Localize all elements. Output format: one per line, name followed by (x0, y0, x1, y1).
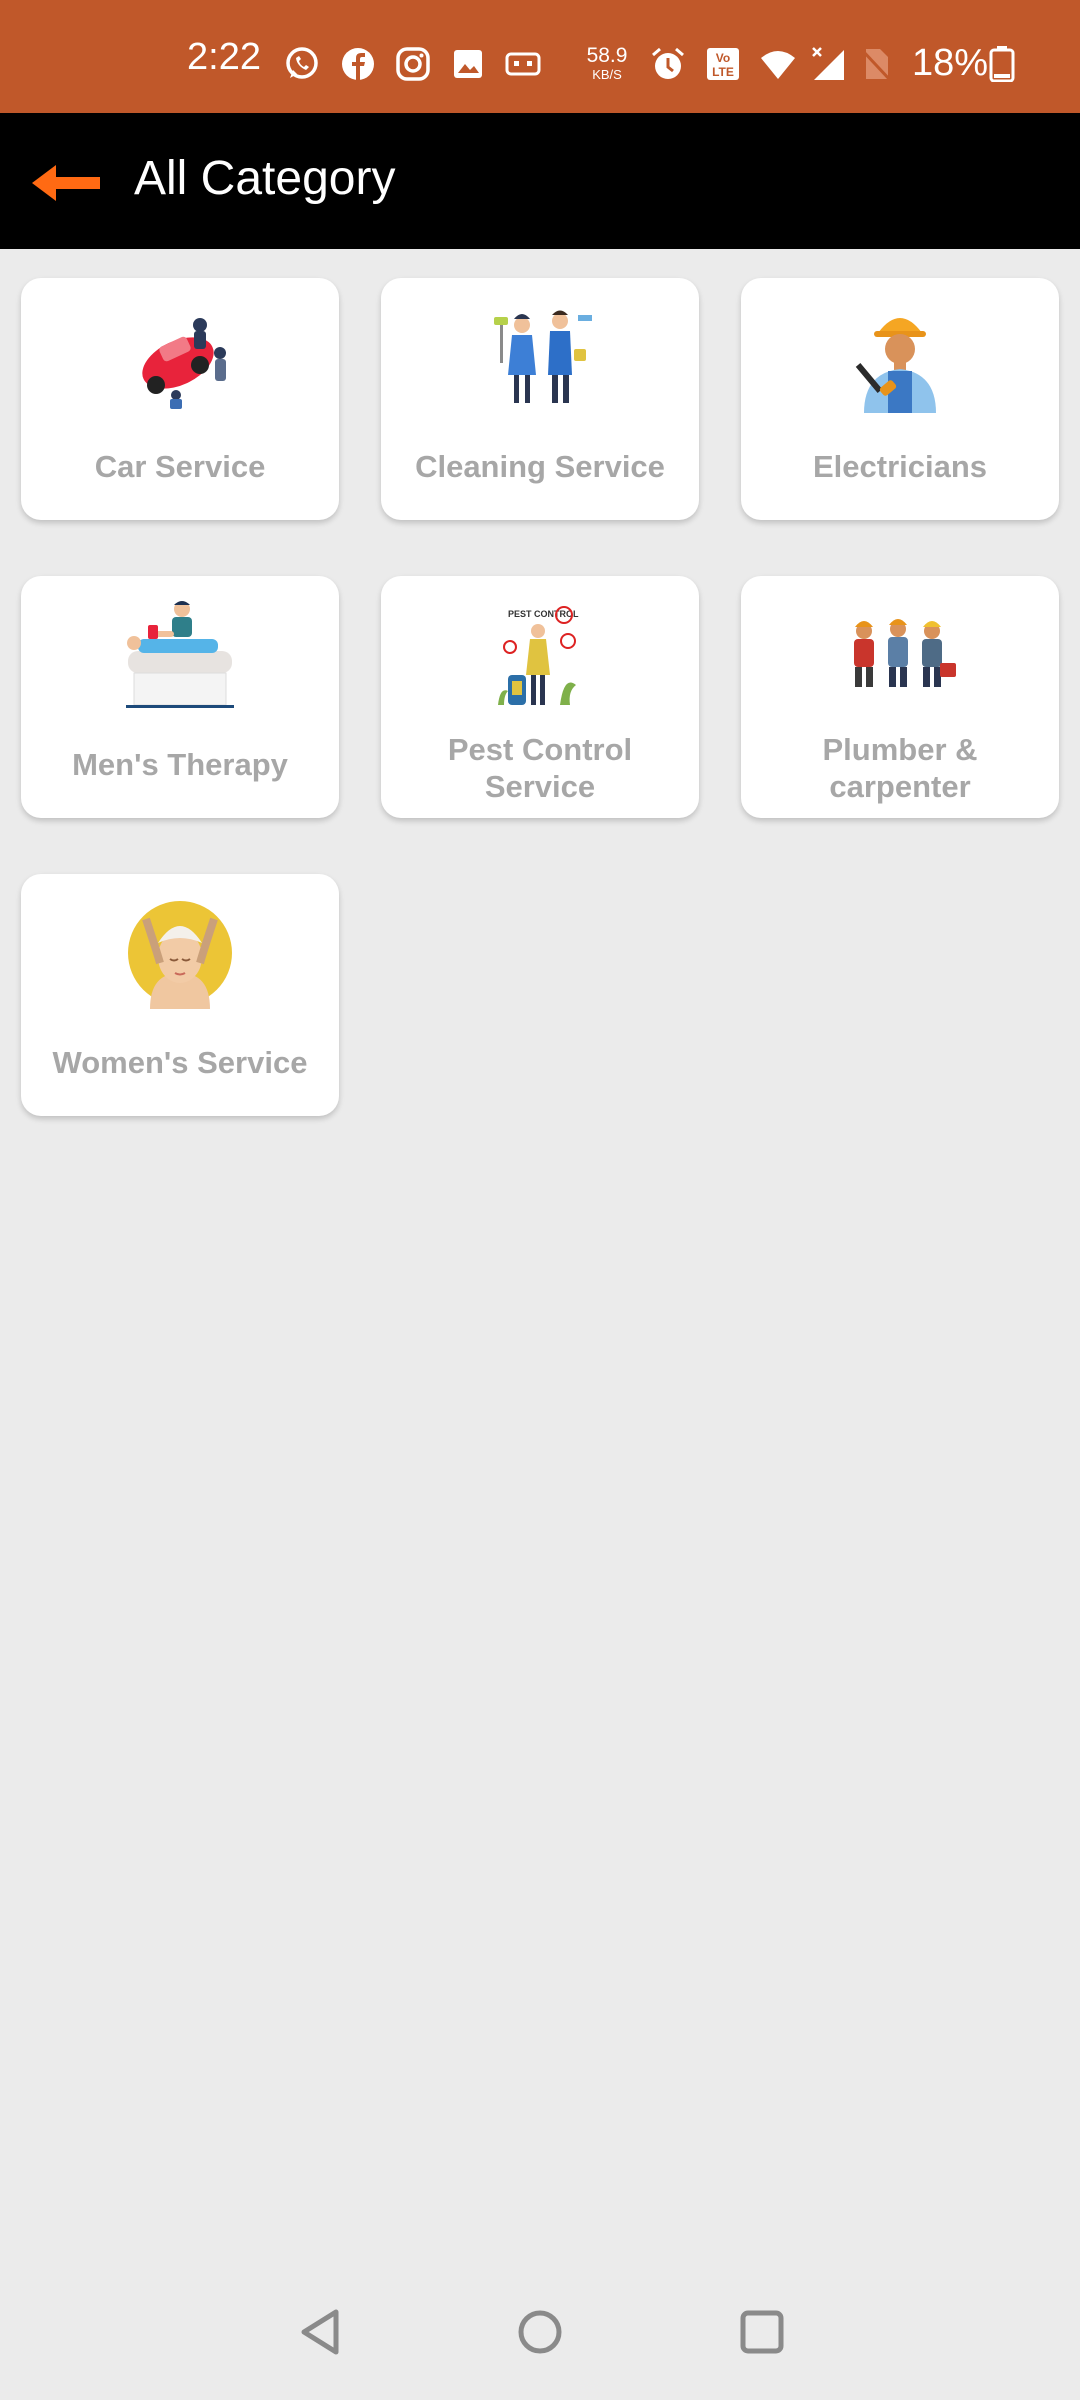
battery-icon (989, 46, 1015, 82)
status-bar: 2:22 58.9 KB/S Vo LTE 18% (0, 0, 1080, 113)
svg-text:LTE: LTE (712, 65, 734, 79)
volte-icon: Vo LTE (707, 48, 739, 80)
recents-nav-icon[interactable] (732, 2302, 792, 2362)
category-label: Pest Control Service (447, 732, 633, 804)
system-nav-bar (0, 2280, 1080, 2400)
pest-control-illustration: PEST CONTROL (498, 606, 579, 705)
category-label: Women's Service (52, 1045, 308, 1080)
womens-service-illustration (128, 901, 232, 1009)
facebook-icon (342, 48, 374, 80)
category-label: Car Service (94, 449, 266, 484)
signal-icon (812, 47, 844, 80)
gallery-icon (454, 50, 482, 78)
category-card-pest-control-service[interactable]: PEST CONTROL Pest Control Service (381, 576, 699, 818)
category-card-electricians[interactable]: Electricians (741, 278, 1059, 520)
alarm-icon (652, 47, 684, 79)
category-card-cleaning-service[interactable]: Cleaning Service (381, 278, 699, 520)
category-card-womens-service[interactable]: Women's Service (21, 874, 339, 1116)
page-title: All Category (134, 152, 396, 205)
plumber-carpenter-illustration (854, 619, 956, 687)
app-bar: All Category (0, 113, 1080, 249)
cleaning-service-illustration (494, 310, 592, 403)
no-sim-icon (860, 48, 892, 82)
category-label: Cleaning Service (415, 449, 665, 484)
wifi-icon (761, 51, 795, 79)
category-label: Men's Therapy (72, 747, 288, 782)
category-card-car-service[interactable]: Car Service (21, 278, 339, 520)
electrician-illustration (855, 318, 936, 413)
pest-control-sign-text: PEST CONTROL (508, 609, 579, 619)
voicemail-icon (505, 52, 541, 76)
back-arrow-icon[interactable] (26, 153, 106, 213)
instagram-icon (396, 47, 430, 81)
back-nav-icon[interactable] (290, 2302, 350, 2362)
category-card-mens-therapy[interactable]: Men's Therapy (21, 576, 339, 818)
car-service-illustration (142, 318, 226, 409)
mens-therapy-illustration (126, 601, 234, 708)
whatsapp-icon (286, 47, 318, 79)
battery-percent: 18% (912, 42, 989, 84)
svg-text:Vo: Vo (716, 51, 730, 65)
network-speed-value: 58.9 (586, 44, 628, 67)
network-speed: 58.9 KB/S (585, 45, 629, 81)
home-nav-icon[interactable] (510, 2302, 570, 2362)
category-card-plumber-carpenter[interactable]: Plumber & carpenter (741, 576, 1059, 818)
status-time: 2:22 (187, 36, 261, 78)
category-label: Electricians (812, 449, 988, 484)
network-speed-unit: KB/S (592, 67, 622, 82)
category-label: Plumber & carpenter (822, 732, 978, 804)
